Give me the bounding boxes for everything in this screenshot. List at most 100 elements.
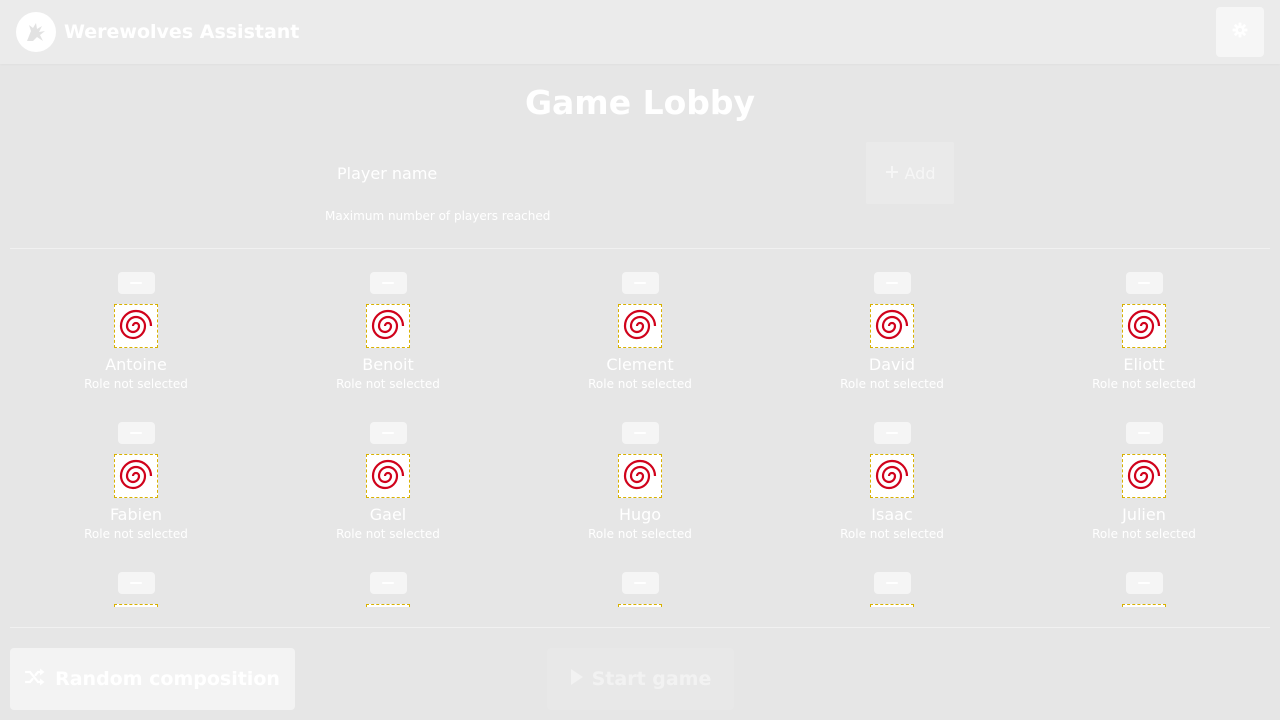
remove-player-button[interactable]	[117, 572, 155, 594]
start-game-label: Start game	[591, 668, 712, 690]
player-role: Role not selected	[84, 527, 188, 541]
remove-player-button[interactable]	[873, 422, 911, 444]
remove-player-button[interactable]	[1125, 272, 1163, 294]
werewolf-logo-icon	[16, 12, 56, 52]
role-image[interactable]	[366, 604, 410, 607]
player-name: Eliott	[1123, 355, 1165, 374]
max-players-message: Maximum number of players reached	[325, 209, 551, 223]
minus-icon	[1138, 432, 1150, 434]
brand[interactable]: Werewolves Assistant	[16, 12, 299, 52]
plus-icon	[885, 164, 899, 183]
player-card	[766, 572, 1018, 607]
minus-icon	[886, 582, 898, 584]
player-role: Role not selected	[588, 527, 692, 541]
remove-player-button[interactable]	[621, 572, 659, 594]
minus-icon	[1138, 582, 1150, 584]
remove-player-button[interactable]	[369, 272, 407, 294]
remove-player-button[interactable]	[1125, 422, 1163, 444]
player-name: Gael	[369, 505, 407, 524]
players-list: Antoine Role not selected Benoit Role not s…	[10, 249, 1270, 607]
player-card: Eliott Role not selected	[1018, 272, 1270, 422]
random-composition-label: Random composition	[55, 668, 280, 690]
minus-icon	[886, 282, 898, 284]
player-card: Julien Role not selected	[1018, 422, 1270, 572]
player-role: Role not selected	[840, 377, 944, 391]
player-name: Antoine	[105, 355, 167, 374]
shuffle-icon	[24, 668, 45, 691]
role-image[interactable]	[870, 604, 914, 607]
player-card: Gael Role not selected	[262, 422, 514, 572]
remove-player-button[interactable]	[117, 422, 155, 444]
role-image[interactable]	[618, 604, 662, 607]
player-card	[514, 572, 766, 607]
player-card: Hugo Role not selected	[514, 422, 766, 572]
player-name: Fabien	[109, 505, 163, 524]
player-name: Clement	[606, 355, 674, 374]
role-image[interactable]	[618, 454, 662, 498]
add-player-button[interactable]: Add	[866, 142, 954, 204]
player-card	[1018, 572, 1270, 607]
player-card: Clement Role not selected	[514, 272, 766, 422]
player-name: Isaac	[871, 505, 913, 524]
remove-player-button[interactable]	[873, 572, 911, 594]
player-card: David Role not selected	[766, 272, 1018, 422]
remove-player-button[interactable]	[117, 272, 155, 294]
remove-player-button[interactable]	[621, 272, 659, 294]
player-card: Antoine Role not selected	[10, 272, 262, 422]
minus-icon	[886, 432, 898, 434]
role-image[interactable]	[1122, 604, 1166, 607]
minus-icon	[382, 282, 394, 284]
player-name: David	[868, 355, 916, 374]
role-image[interactable]	[366, 454, 410, 498]
player-name: Julien	[1122, 505, 1166, 524]
player-role: Role not selected	[840, 527, 944, 541]
remove-player-button[interactable]	[369, 422, 407, 444]
remove-player-button[interactable]	[369, 572, 407, 594]
remove-player-button[interactable]	[621, 422, 659, 444]
player-card: Benoit Role not selected	[262, 272, 514, 422]
role-image[interactable]	[114, 604, 158, 607]
minus-icon	[634, 432, 646, 434]
app-title: Werewolves Assistant	[64, 21, 300, 43]
remove-player-button[interactable]	[873, 272, 911, 294]
minus-icon	[130, 582, 142, 584]
page-title: Game Lobby	[524, 83, 756, 122]
minus-icon	[634, 582, 646, 584]
play-icon	[570, 668, 584, 691]
player-name-input[interactable]	[325, 142, 866, 204]
add-label: Add	[904, 163, 936, 183]
role-image[interactable]	[1122, 454, 1166, 498]
role-image[interactable]	[114, 304, 158, 348]
player-name: Benoit	[362, 355, 414, 374]
navbar: Werewolves Assistant	[0, 0, 1280, 64]
player-role: Role not selected	[336, 377, 440, 391]
minus-icon	[1138, 282, 1150, 284]
player-card: Fabien Role not selected	[10, 422, 262, 572]
role-image[interactable]	[366, 304, 410, 348]
minus-icon	[634, 282, 646, 284]
minus-icon	[130, 432, 142, 434]
player-card	[10, 572, 262, 607]
role-image[interactable]	[870, 304, 914, 348]
player-card	[262, 572, 514, 607]
minus-icon	[130, 282, 142, 284]
remove-player-button[interactable]	[1125, 572, 1163, 594]
player-name: Hugo	[618, 505, 662, 524]
role-image[interactable]	[1122, 304, 1166, 348]
minus-icon	[382, 582, 394, 584]
random-composition-button[interactable]: Random composition	[10, 648, 295, 710]
divider-bottom	[10, 627, 1270, 628]
role-image[interactable]	[618, 304, 662, 348]
player-role: Role not selected	[84, 377, 188, 391]
role-image[interactable]	[114, 454, 158, 498]
start-game-button[interactable]: Start game	[547, 648, 734, 710]
gear-icon	[1232, 22, 1248, 42]
player-role: Role not selected	[588, 377, 692, 391]
player-role: Role not selected	[336, 527, 440, 541]
player-card: Isaac Role not selected	[766, 422, 1018, 572]
player-role: Role not selected	[1092, 527, 1196, 541]
player-role: Role not selected	[1092, 377, 1196, 391]
settings-button[interactable]	[1216, 7, 1264, 57]
role-image[interactable]	[870, 454, 914, 498]
minus-icon	[382, 432, 394, 434]
